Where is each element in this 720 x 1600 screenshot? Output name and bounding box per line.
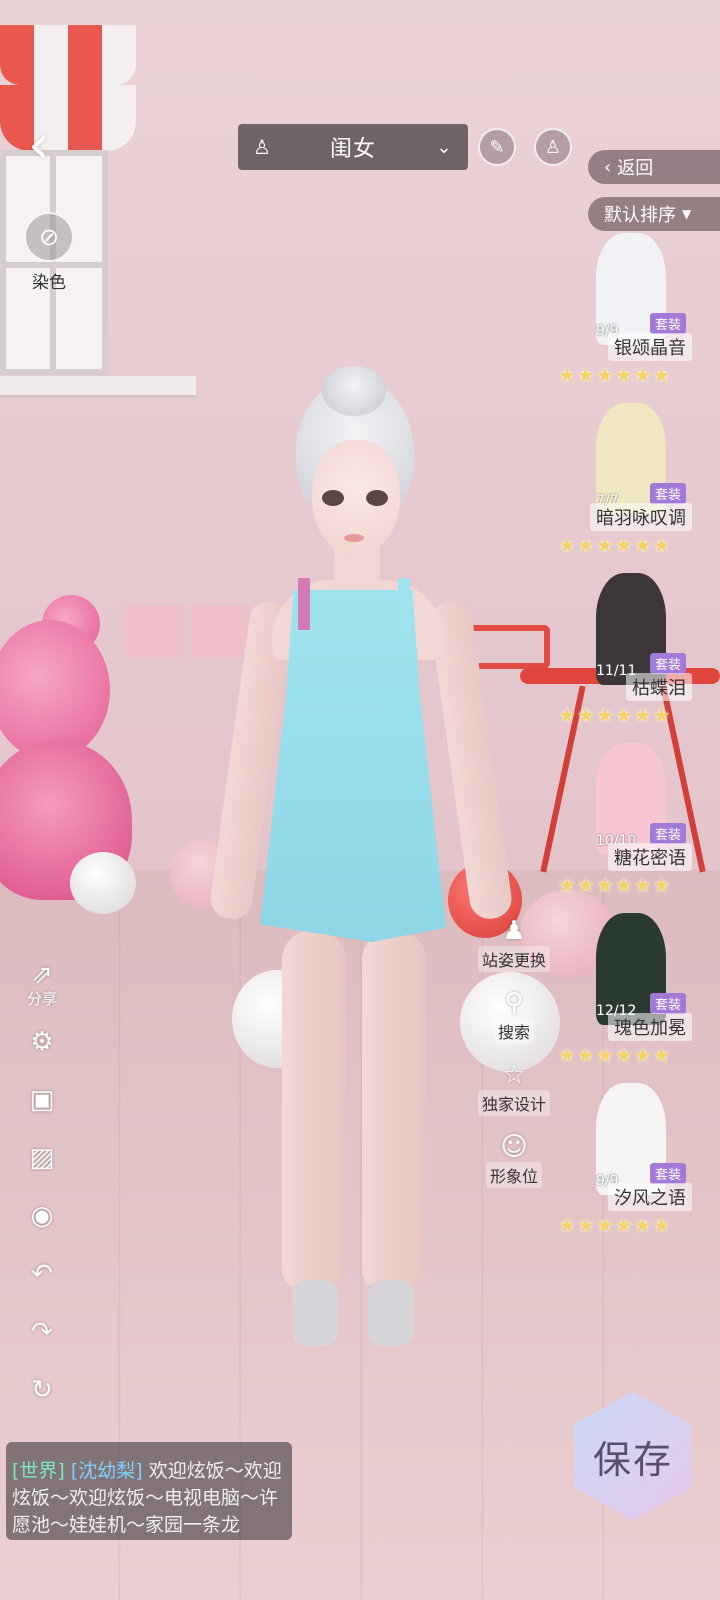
brush-icon: ✎ [489, 136, 505, 158]
camera-button[interactable]: ▣ [20, 1071, 64, 1129]
dress-strap [298, 578, 310, 630]
outfit-set-badge: 套装 [650, 313, 687, 334]
character-leg [362, 930, 426, 1290]
pose-change-label: 站姿更换 [477, 946, 550, 972]
character-shoe [368, 1280, 414, 1346]
pose-change-button[interactable]: ♟ 站姿更换 [474, 900, 554, 972]
share-button[interactable]: ⇗ 分享 [20, 955, 64, 1013]
awning-flap [0, 85, 136, 151]
outfit-rating-stars: ★★★★★★ [558, 703, 672, 727]
action-menu: ♟ 站姿更换 ⚲ 搜索 ☆ 独家设计 ☺ 形象位 [474, 900, 554, 1188]
left-toolbar: ⇗ 分享 ⚙ ▣ ▨ ◉ ↶ ↷ ↻ [20, 955, 64, 1419]
character-eye [366, 490, 388, 506]
chevron-down-icon: ⌄ [436, 136, 452, 158]
palette-icon: ⊘ [24, 212, 74, 262]
image-icon: ▨ [29, 1143, 55, 1173]
dye-button[interactable]: ⊘ 染色 [22, 212, 76, 293]
category-label: 闺女 [329, 137, 376, 162]
outfit-set-badge: 套装 [650, 483, 687, 504]
outfit-name: 枯蝶泪 [626, 673, 692, 701]
outfit-item[interactable]: 10/10 套装 糖花密语 ★★★★★★ [558, 735, 720, 905]
character-shoe [292, 1280, 338, 1346]
window-sill [0, 376, 196, 398]
sort-label: 默认排序 [604, 205, 676, 226]
outfit-rating-stars: ★★★★★★ [558, 1043, 672, 1067]
outfit-list[interactable]: 9/9 套装 银颂晶音 ★★★★★★ 7/7 套装 暗羽咏叹调 ★★★★★★ 11/11 套装 枯蝶… [558, 225, 720, 1245]
outfit-item[interactable]: 9/9 套装 银颂晶音 ★★★★★★ [558, 225, 720, 395]
redo-icon: ↷ [31, 1317, 53, 1347]
redo-button[interactable]: ↷ [20, 1303, 64, 1361]
outfit-item[interactable]: 7/7 套装 暗羽咏叹调 ★★★★★★ [558, 395, 720, 565]
person-icon: ♟ [502, 916, 526, 946]
outfit-set-badge: 套装 [650, 1163, 687, 1184]
dress-strap [398, 578, 410, 630]
dress-icon: ♙ [544, 136, 562, 158]
search-button[interactable]: ⚲ 搜索 [474, 972, 554, 1044]
outfit-name: 瑰色加冕 [608, 1013, 692, 1041]
outfit-name: 银颂晶音 [608, 333, 692, 361]
image-slot-label: 形象位 [485, 1162, 542, 1188]
brush-button[interactable]: ✎ [478, 128, 516, 166]
outfit-rating-stars: ★★★★★★ [558, 363, 672, 387]
return-label: 返回 [617, 158, 654, 179]
outfit-rating-stars: ★★★★★★ [558, 533, 672, 557]
outfit-rating-stars: ★★★★★★ [558, 1213, 672, 1237]
gallery-button[interactable]: ▨ [20, 1129, 64, 1187]
eye-icon: ◉ [30, 1201, 54, 1231]
share-icon: ⇗ [31, 959, 53, 990]
exclusive-design-button[interactable]: ☆ 独家设计 [474, 1044, 554, 1116]
reset-icon: ↻ [31, 1375, 53, 1405]
dress-button[interactable]: ♙ [534, 128, 572, 166]
back-arrow-icon[interactable]: ‹ [28, 118, 68, 174]
chat-username[interactable]: [沈幼梨] [71, 1460, 143, 1482]
dye-label: 染色 [32, 273, 66, 293]
settings-button[interactable]: ⚙ [20, 1013, 64, 1071]
balloon [70, 852, 136, 914]
visibility-button[interactable]: ◉ [20, 1187, 64, 1245]
search-label: 搜索 [493, 1018, 534, 1044]
save-label: 保存 [592, 1437, 673, 1482]
wall-bricks [126, 605, 250, 657]
outfit-rating-stars: ★★★★★★ [558, 873, 672, 897]
search-icon: ⚲ [504, 988, 524, 1018]
exclusive-design-label: 独家设计 [477, 1090, 550, 1116]
reset-button[interactable]: ↻ [20, 1361, 64, 1419]
character-eye [322, 490, 344, 506]
share-label: 分享 [26, 989, 57, 1008]
chat-channel: [世界] [12, 1460, 65, 1482]
chevron-left-icon: ‹ [604, 156, 612, 178]
undo-icon: ↶ [31, 1259, 53, 1289]
star-icon: ☆ [502, 1060, 526, 1090]
character-hair-bun [322, 366, 386, 416]
undo-button[interactable]: ↶ [20, 1245, 64, 1303]
character-leg [282, 930, 346, 1290]
portrait-icon: ☺ [500, 1132, 528, 1162]
striped-awning [0, 25, 136, 85]
image-slot-button[interactable]: ☺ 形象位 [474, 1116, 554, 1188]
camera-icon: ▣ [29, 1085, 55, 1115]
outfit-item[interactable]: 12/12 套装 瑰色加冕 ★★★★★★ [558, 905, 720, 1075]
outfit-item[interactable]: 11/11 套装 枯蝶泪 ★★★★★★ [558, 565, 720, 735]
return-button[interactable]: ‹ 返回 [588, 150, 720, 184]
world-chat-panel[interactable]: [世界] [沈幼梨] 欢迎炫饭～欢迎炫饭～欢迎炫饭～电视电脑～许愿池～娃娃机～家… [6, 1442, 292, 1540]
caret-down-icon: ▼ [682, 207, 692, 221]
gear-icon: ⚙ [30, 1027, 54, 1057]
category-dropdown[interactable]: ♙ 闺女 ⌄ [238, 124, 468, 170]
outfit-set-badge: 套装 [650, 653, 687, 674]
outfit-name: 糖花密语 [608, 843, 692, 871]
outfit-set-badge: 套装 [650, 823, 687, 844]
outfit-name: 汐风之语 [608, 1183, 692, 1211]
outfit-set-badge: 套装 [650, 993, 687, 1014]
dress-outline-icon: ♙ [253, 135, 271, 159]
outfit-name: 暗羽咏叹调 [590, 503, 692, 531]
character-lips [344, 534, 364, 542]
outfit-item[interactable]: 9/9 套装 汐风之语 ★★★★★★ [558, 1075, 720, 1245]
